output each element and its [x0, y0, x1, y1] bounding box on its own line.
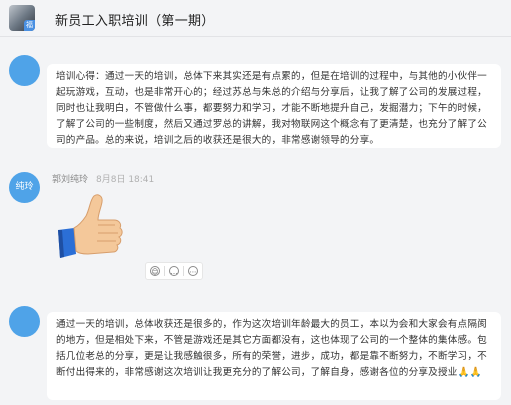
avatar-badge: 福	[24, 20, 35, 31]
reply-icon[interactable]: …	[169, 266, 179, 276]
message-text: 通过一天的培训，总体收获还是很多的，作为这次培训年龄最大的员工，本以为会和大家会…	[56, 317, 492, 381]
emoji-reaction-icon[interactable]: ☺	[150, 266, 160, 276]
message-time: 8月8日 18:41	[96, 175, 155, 185]
hand-shape	[73, 194, 123, 255]
group-avatar[interactable]: 福	[9, 5, 35, 31]
action-divider	[183, 266, 184, 276]
message-text-body: 通过一天的培训，总体收获还是很多的，作为这次培训年龄最大的员工，本以为会和大家会…	[56, 319, 487, 378]
chat-header: 福 新员工入职培训（第一期）	[0, 0, 511, 37]
sender-avatar[interactable]: 纯玲	[9, 172, 40, 203]
sender-avatar[interactable]	[9, 55, 40, 86]
more-icon[interactable]: ⋯	[188, 266, 198, 276]
action-divider	[164, 266, 165, 276]
message-bubble: 通过一天的培训，总体收获还是很多的，作为这次培训年龄最大的员工，本以为会和大家会…	[47, 312, 501, 400]
thumbs-up-sticker[interactable]	[48, 188, 128, 264]
message-text: 培训心得：通过一天的培训，总体下来其实还是有点累的，但是在培训的过程中，与其他的…	[56, 71, 487, 146]
pray-emoji-icon: 🙏🙏	[457, 367, 482, 378]
sender-name: 郭刘纯玲	[52, 175, 89, 185]
sender-avatar[interactable]	[9, 306, 40, 337]
chat-title: 新员工入职培训（第一期）	[55, 14, 215, 29]
message-action-bar: ☺ … ⋯	[145, 262, 203, 280]
message-bubble: 培训心得：通过一天的培训，总体下来其实还是有点累的，但是在培训的过程中，与其他的…	[47, 64, 501, 148]
